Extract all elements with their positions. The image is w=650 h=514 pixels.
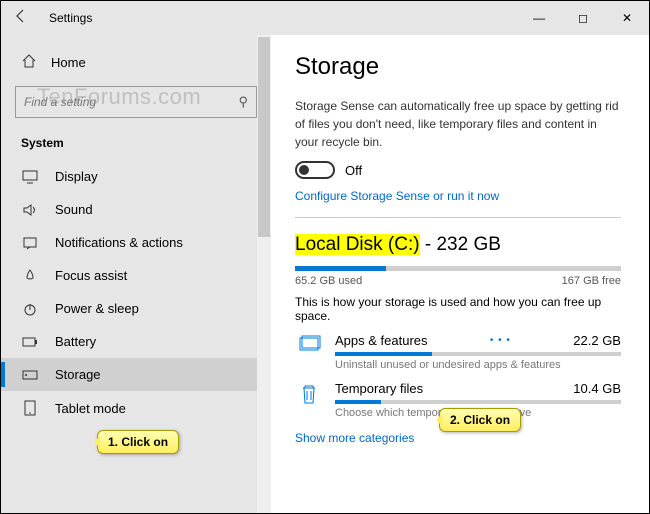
nav-label: Battery bbox=[55, 334, 96, 349]
sidebar-item-battery[interactable]: Battery bbox=[1, 325, 271, 358]
toggle-track bbox=[295, 161, 335, 179]
category-hint: Uninstall unused or undesired apps & fea… bbox=[335, 359, 621, 371]
sidebar-item-tablet-mode[interactable]: Tablet mode bbox=[1, 391, 271, 425]
category-size: 10.4 GB bbox=[573, 381, 621, 396]
loading-spinner-icon: • • • bbox=[490, 335, 511, 346]
title-bar: Settings — ◻ ✕ bbox=[1, 1, 649, 35]
sound-icon bbox=[21, 203, 39, 217]
sidebar-item-sound[interactable]: Sound bbox=[1, 193, 271, 226]
apps-icon bbox=[299, 333, 323, 358]
category-bar bbox=[335, 352, 621, 356]
close-button[interactable]: ✕ bbox=[605, 3, 649, 33]
divider bbox=[295, 217, 621, 218]
nav-label: Power & sleep bbox=[55, 301, 139, 316]
sidebar-scrollbar[interactable] bbox=[257, 35, 271, 513]
storage-sense-toggle[interactable]: Off bbox=[295, 161, 621, 179]
power-icon bbox=[21, 302, 39, 316]
home-icon bbox=[21, 53, 37, 72]
disk-usage-row: 65.2 GB used 167 GB free bbox=[295, 275, 621, 287]
configure-storage-sense-link[interactable]: Configure Storage Sense or run it now bbox=[295, 189, 621, 203]
disk-heading: Local Disk (C:) - 232 GB bbox=[295, 234, 621, 256]
nav-label: Tablet mode bbox=[55, 401, 126, 416]
focus-assist-icon bbox=[21, 269, 39, 283]
sidebar-item-notifications[interactable]: Notifications & actions bbox=[1, 226, 271, 259]
sidebar: Home ⚲ System Display Sound Notification… bbox=[1, 35, 271, 513]
display-icon bbox=[21, 170, 39, 184]
page-title: Storage bbox=[295, 53, 621, 81]
nav-label: Sound bbox=[55, 202, 93, 217]
toggle-knob bbox=[299, 165, 309, 175]
show-more-categories-link[interactable]: Show more categories bbox=[295, 431, 621, 445]
sidebar-home-label: Home bbox=[51, 55, 86, 70]
nav-label: Display bbox=[55, 169, 98, 184]
nav-label: Focus assist bbox=[55, 268, 127, 283]
storage-sense-description: Storage Sense can automatically free up … bbox=[295, 97, 621, 151]
category-name: Temporary files bbox=[335, 381, 423, 396]
trash-icon bbox=[299, 381, 323, 410]
search-input[interactable] bbox=[24, 95, 238, 109]
category-temporary-files[interactable]: Temporary files 10.4 GB Choose which tem… bbox=[295, 381, 621, 427]
category-name: Apps & features bbox=[335, 333, 428, 348]
sidebar-item-storage[interactable]: Storage bbox=[1, 358, 271, 391]
sidebar-group-header: System bbox=[1, 132, 271, 160]
nav-label: Notifications & actions bbox=[55, 235, 183, 250]
sidebar-item-power-sleep[interactable]: Power & sleep bbox=[1, 292, 271, 325]
disk-separator: - bbox=[420, 234, 437, 255]
disk-usage-bar bbox=[295, 266, 621, 271]
main-panel: Storage Storage Sense can automatically … bbox=[271, 35, 649, 513]
category-bar bbox=[335, 400, 621, 404]
tablet-icon bbox=[21, 400, 39, 416]
window-title: Settings bbox=[41, 11, 517, 25]
disk-total: 232 GB bbox=[436, 234, 500, 255]
disk-used-text: 65.2 GB used bbox=[295, 275, 362, 287]
battery-icon bbox=[21, 337, 39, 347]
search-icon: ⚲ bbox=[238, 94, 248, 110]
usage-note: This is how your storage is used and how… bbox=[295, 295, 621, 323]
sidebar-item-display[interactable]: Display bbox=[1, 160, 271, 193]
search-box[interactable]: ⚲ bbox=[15, 86, 257, 118]
category-size: 22.2 GB bbox=[573, 333, 621, 348]
notifications-icon bbox=[21, 236, 39, 250]
back-button[interactable] bbox=[1, 8, 41, 29]
maximize-button[interactable]: ◻ bbox=[561, 3, 605, 33]
category-apps-features[interactable]: Apps & features • • • 22.2 GB Uninstall … bbox=[295, 333, 621, 379]
disk-usage-fill bbox=[295, 266, 386, 271]
minimize-button[interactable]: — bbox=[517, 3, 561, 33]
sidebar-scrollbar-thumb[interactable] bbox=[258, 37, 270, 237]
disk-free-text: 167 GB free bbox=[562, 275, 621, 287]
storage-icon bbox=[21, 370, 39, 380]
toggle-label: Off bbox=[345, 163, 362, 178]
category-hint: Choose which temporary files to remove bbox=[335, 407, 621, 419]
disk-name: Local Disk (C:) bbox=[295, 234, 420, 255]
sidebar-home[interactable]: Home bbox=[1, 47, 271, 78]
nav-label: Storage bbox=[55, 367, 101, 382]
sidebar-item-focus-assist[interactable]: Focus assist bbox=[1, 259, 271, 292]
